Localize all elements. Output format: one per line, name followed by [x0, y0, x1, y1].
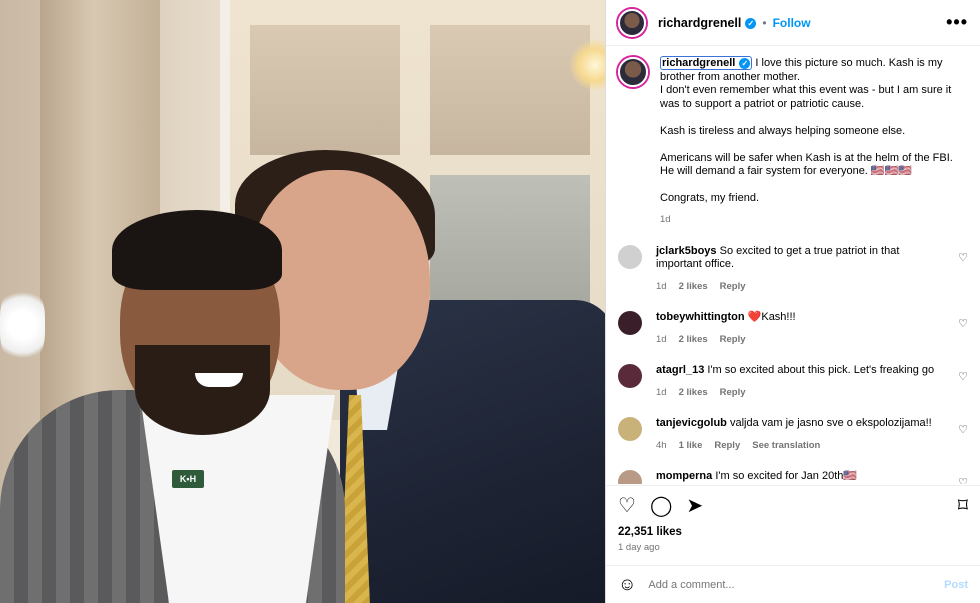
comment-item: tanjevicgolub valjda vam je jasno sve o … — [618, 417, 968, 452]
window-pane — [250, 25, 400, 155]
more-options-icon[interactable]: ••• — [946, 12, 968, 33]
comment-text: ❤️Kash!!! — [747, 311, 796, 323]
add-comment-bar: ☺ Post — [606, 565, 980, 603]
caption-paragraph: richardgrenell ✓ I love this picture so m… — [660, 56, 952, 110]
see-translation-button[interactable]: See translation — [752, 440, 820, 451]
man-left-hair — [112, 210, 282, 290]
comment-meta: 1d 2 likes Reply — [656, 386, 948, 400]
heart-icon[interactable]: ♡ — [618, 496, 636, 516]
comment-text: I'm so excited for Jan 20th🇺🇸 — [715, 470, 858, 482]
reply-button[interactable]: Reply — [720, 334, 746, 345]
caption-username[interactable]: richardgrenell ✓ — [660, 56, 753, 70]
comment-body: tobeywhittington ❤️Kash!!! 1d 2 likes Reply — [656, 311, 948, 346]
comment-body: atagrl_13 I'm so excited about this pick… — [656, 364, 948, 399]
caption-paragraph: Americans will be safer when Kash is at … — [660, 151, 953, 178]
comment-meta: 4h 1 like Reply See translation — [656, 439, 948, 453]
post-header: richardgrenell ✓ • Follow ••• — [606, 0, 980, 46]
comment-likes[interactable]: 2 likes — [679, 281, 708, 292]
likes-count[interactable]: 22,351 likes — [618, 526, 968, 538]
comment-heart-icon[interactable]: ♡ — [958, 370, 968, 383]
caption-paragraph: Congrats, my friend. — [660, 192, 760, 204]
post-actions: ♡ ◯ ➤ ⌑ 22,351 likes 1 day ago — [606, 485, 980, 561]
reply-button[interactable]: Reply — [720, 387, 746, 398]
window-pane — [430, 175, 590, 315]
reply-button[interactable]: Reply — [720, 281, 746, 292]
comment-time: 1d — [656, 280, 667, 292]
caption-time: 1d — [660, 214, 671, 225]
verified-icon: ✓ — [739, 57, 751, 69]
comment-meta: 1d 2 likes Reply — [656, 280, 948, 294]
comment-body: tanjevicgolub valjda vam je jasno sve o … — [656, 417, 948, 452]
comment-time: 1d — [656, 333, 667, 345]
comment-avatar[interactable] — [618, 244, 642, 269]
comment-item: jclark5boys So excited to get a true pat… — [618, 244, 968, 294]
verified-icon: ✓ — [745, 17, 757, 29]
comment-username[interactable]: jclark5boys — [656, 245, 717, 257]
comment-text: valjda vam je jasno sve o ekspolozijama!… — [729, 417, 932, 429]
comment-heart-icon[interactable]: ♡ — [958, 476, 968, 484]
author-avatar[interactable] — [618, 8, 646, 37]
comment-username[interactable]: atagrl_13 — [656, 364, 704, 376]
comment-body: jclark5boys So excited to get a true pat… — [656, 245, 948, 294]
comment-avatar[interactable] — [618, 470, 642, 484]
flower — [0, 285, 45, 365]
comment-item: atagrl_13 I'm so excited about this pick… — [618, 364, 968, 399]
comment-input[interactable] — [648, 578, 945, 591]
comment-heart-icon[interactable]: ♡ — [958, 423, 968, 436]
follow-button[interactable]: Follow — [773, 16, 811, 30]
comment-username[interactable]: tanjevicgolub — [656, 417, 727, 429]
reply-button[interactable]: Reply — [714, 440, 740, 451]
separator-dot: • — [762, 15, 767, 30]
comment-avatar[interactable] — [618, 311, 642, 335]
man-left-smile — [195, 373, 243, 387]
comment-likes[interactable]: 1 like — [679, 440, 703, 451]
caption-paragraph: Kash is tireless and always helping some… — [660, 124, 906, 137]
comment-item: tobeywhittington ❤️Kash!!! 1d 2 likes Reply… — [618, 311, 968, 346]
comment-likes[interactable]: 2 likes — [679, 334, 708, 345]
man-left-beard — [135, 345, 270, 435]
caption-avatar[interactable] — [618, 57, 648, 87]
comment-meta: 1d 2 likes Reply — [656, 333, 948, 347]
comment-likes[interactable]: 2 likes — [679, 387, 708, 398]
post-age: 1 day ago — [618, 542, 660, 553]
window-pane — [430, 25, 590, 155]
author-username[interactable]: richardgrenell ✓ — [658, 16, 757, 30]
comments-list[interactable]: richardgrenell ✓ I love this picture so m… — [606, 47, 980, 484]
post-photo[interactable]: K•H — [0, 0, 605, 603]
post-side-panel: richardgrenell ✓ • Follow ••• richardgren… — [605, 0, 980, 603]
comment-item: momperna I'm so excited for Jan 20th🇺🇸1d… — [618, 470, 968, 484]
comment-username[interactable]: momperna — [656, 470, 712, 482]
comment-avatar[interactable] — [618, 417, 642, 441]
emoji-icon[interactable]: ☺ — [618, 574, 636, 595]
post-button[interactable]: Post — [944, 579, 968, 591]
post-caption: richardgrenell ✓ I love this picture so m… — [618, 56, 968, 227]
comment-username[interactable]: tobeywhittington — [656, 311, 745, 323]
comment-heart-icon[interactable]: ♡ — [958, 317, 968, 330]
comment-body: momperna I'm so excited for Jan 20th🇺🇸1d… — [656, 470, 948, 484]
comment-time: 4h — [656, 439, 667, 451]
comment-icon[interactable]: ◯ — [650, 496, 672, 516]
lapel-pin: K•H — [172, 470, 204, 488]
comment-time: 1d — [656, 386, 667, 398]
comment-heart-icon[interactable]: ♡ — [958, 251, 968, 264]
comment-avatar[interactable] — [618, 364, 642, 388]
share-icon[interactable]: ➤ — [686, 496, 703, 516]
comment-text: I'm so excited about this pick. Let's fr… — [707, 364, 935, 376]
bookmark-icon[interactable]: ⌑ — [958, 496, 968, 516]
